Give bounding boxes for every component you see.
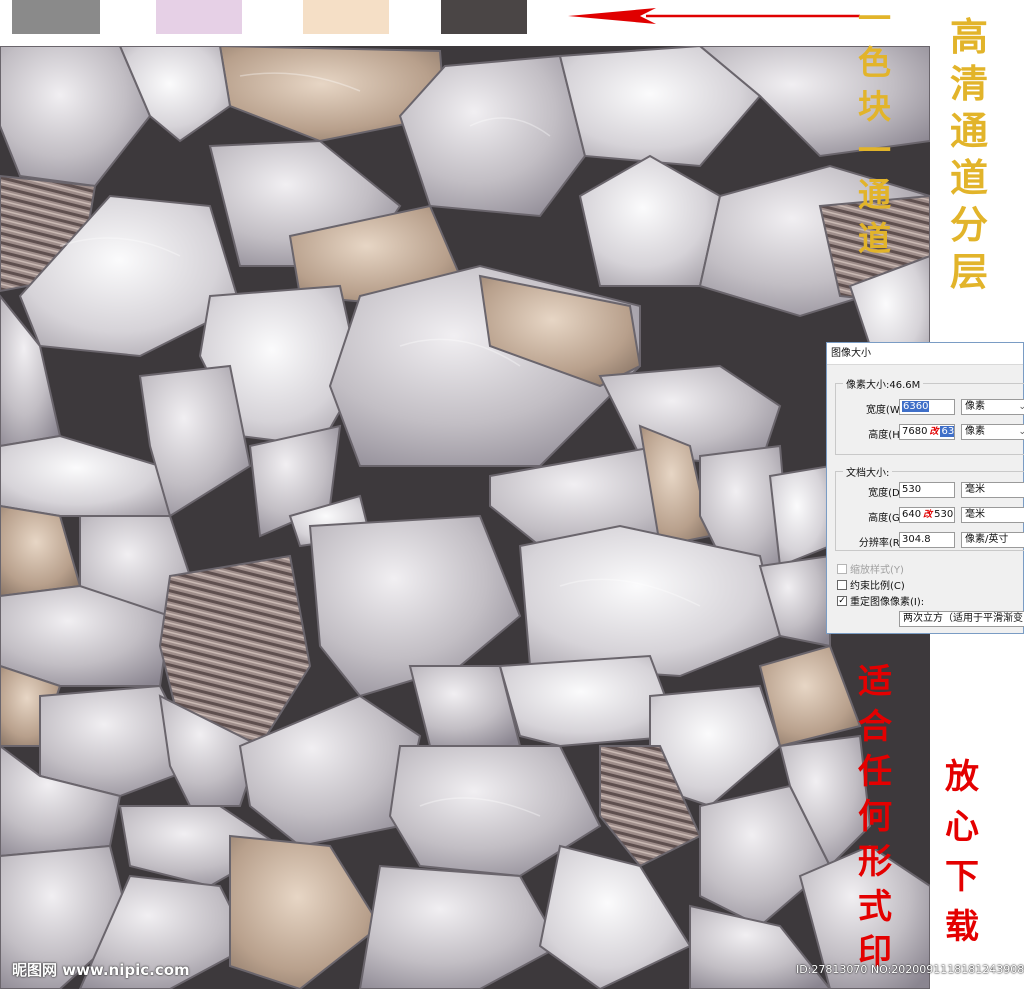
checkbox-box (837, 563, 847, 574)
doc-height-label: 高度(G): (868, 513, 907, 524)
doc-height-input[interactable]: 640 改 530 (899, 507, 955, 523)
height-input[interactable]: 7680改6360 (899, 424, 955, 440)
resample-checkbox[interactable]: ✓ 重定图像像素(I): (837, 593, 924, 608)
height-unit-select[interactable]: 像素 ⌄ (961, 424, 1024, 440)
swatch-gray (12, 0, 100, 34)
red-label-print: 适合任何形式印 (858, 662, 892, 972)
height-label: 高度(H): (868, 430, 907, 441)
width-input[interactable]: 6360 (899, 399, 955, 415)
chevron-down-icon: ⌄ (1018, 402, 1024, 412)
swatch-charcoal (441, 0, 527, 34)
checkbox-box (837, 579, 847, 590)
doc-height-unit-select[interactable]: 毫米 (961, 507, 1024, 523)
doc-width-label: 宽度(D): (868, 488, 907, 499)
red-label-download: 放心下载 (945, 757, 979, 947)
resolution-input[interactable]: 304.8 (899, 532, 955, 548)
swatch-lavender (156, 0, 242, 34)
resample-method-select[interactable]: 两次立方（适用于平滑渐变 (899, 611, 1024, 627)
scale-styles-checkbox[interactable]: 缩放样式(Y) (837, 561, 904, 576)
width-label: 宽度(W): (865, 405, 907, 416)
gold-label-color-channel: 一色块一通道 (858, 0, 891, 258)
dialog-title: 图像大小 (827, 343, 1023, 365)
document-size-label: 文档大小: (843, 464, 893, 479)
pixel-size-label: 像素大小:46.6M (843, 376, 924, 391)
red-left-arrow-icon (568, 8, 860, 24)
id-watermark: ID:27813070 NO:20200911181812439080 (796, 963, 1024, 976)
stone-texture-image (0, 46, 930, 989)
checkmark-icon: ✓ (837, 595, 847, 606)
doc-width-unit-select[interactable]: 毫米 (961, 482, 1024, 498)
pixel-size-group (835, 383, 1024, 455)
site-watermark: 昵图网 www.nipic.com (12, 961, 190, 979)
constrain-proportions-checkbox[interactable]: 约束比例(C) (837, 577, 905, 592)
swatch-peach (303, 0, 389, 34)
width-unit-select[interactable]: 像素 ⌄ (961, 399, 1024, 415)
resolution-label: 分辨率(R): (858, 538, 907, 549)
resolution-unit-select[interactable]: 像素/英寸 (961, 532, 1024, 548)
image-size-dialog: 图像大小 像素大小:46.6M 宽度(W): 6360 像素 ⌄ 高度(H): 7… (826, 342, 1024, 634)
gold-label-hd-layers: 高清通道分层 (950, 14, 989, 294)
doc-width-input[interactable]: 530 (899, 482, 955, 498)
chevron-down-icon: ⌄ (1018, 427, 1024, 437)
